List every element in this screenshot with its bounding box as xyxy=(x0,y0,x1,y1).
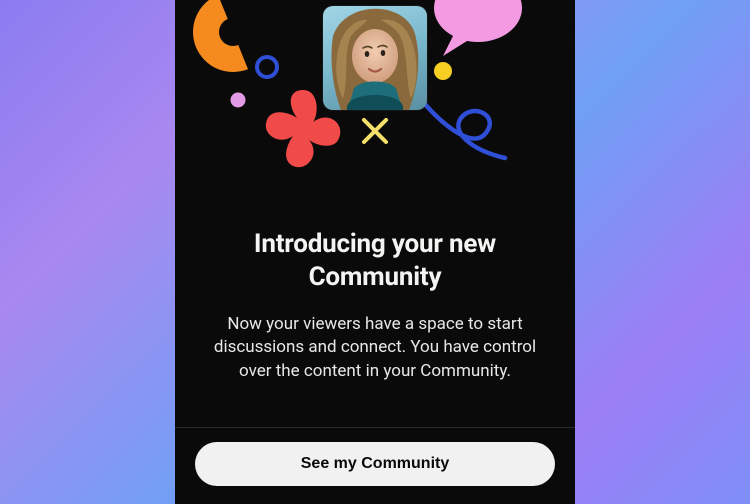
orange-arc-icon xyxy=(181,0,248,84)
gradient-backdrop: Introducing your new Community Now your … xyxy=(0,0,750,504)
squiggle-icon xyxy=(420,98,505,158)
avatar xyxy=(323,6,427,110)
speech-bubble-icon xyxy=(434,0,522,56)
blue-ring-icon xyxy=(257,57,277,77)
yellow-dot-icon xyxy=(434,62,452,80)
pink-dot-icon xyxy=(231,93,246,108)
sheet-footer: See my Community xyxy=(175,427,575,504)
avatar-placeholder-icon xyxy=(323,6,427,110)
cta-label: See my Community xyxy=(301,455,449,473)
x-icon xyxy=(364,120,386,142)
hero-illustration xyxy=(175,0,575,200)
content-block: Introducing your new Community Now your … xyxy=(175,200,575,427)
community-intro-sheet: Introducing your new Community Now your … xyxy=(175,0,575,504)
see-community-button[interactable]: See my Community xyxy=(195,442,555,486)
sheet-title: Introducing your new Community xyxy=(201,228,549,293)
sheet-body: Now your viewers have a space to start d… xyxy=(201,313,549,383)
